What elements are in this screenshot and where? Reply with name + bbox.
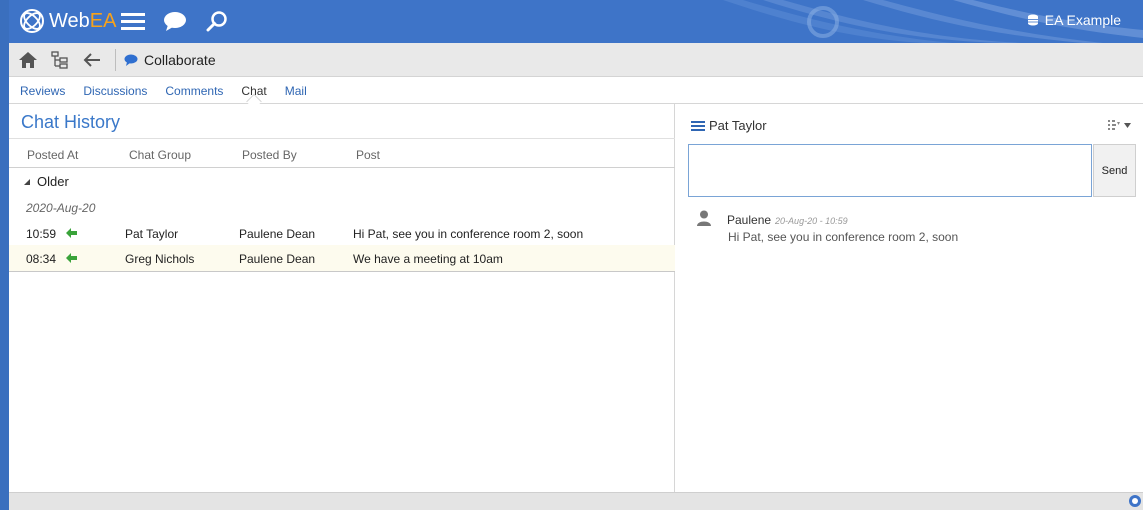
chat-message-input[interactable] [688, 144, 1092, 197]
message-meta: Paulene 20-Aug-20 - 10:59 [727, 213, 848, 227]
incoming-arrow-icon [66, 228, 77, 238]
send-button[interactable]: Send [1093, 144, 1136, 197]
column-posted-by[interactable]: Posted By [242, 148, 297, 162]
cell-posted-by: Paulene Dean [239, 252, 316, 266]
repository-name: EA Example [1044, 12, 1121, 28]
breadcrumb[interactable]: Collaborate [124, 52, 216, 68]
group-toggle-older[interactable]: Older [23, 174, 69, 189]
top-bar: Web EA EA Example [9, 0, 1143, 43]
webea-window: Web EA EA Example Collaborate Reviews Di… [0, 0, 1143, 510]
date-header: 2020-Aug-20 [26, 201, 96, 215]
chat-options-dropdown[interactable] [1108, 119, 1131, 131]
collaborate-tabs: Reviews Discussions Comments Chat Mail [9, 78, 1143, 104]
search-icon[interactable] [203, 8, 231, 34]
incoming-arrow-icon [66, 253, 77, 263]
cell-chat-group: Greg Nichols [125, 252, 195, 266]
cell-time: 08:34 [26, 252, 57, 266]
chat-recipient-name: Pat Taylor [709, 118, 767, 133]
menu-lines-icon [691, 120, 705, 131]
list-options-icon [1108, 120, 1120, 130]
message-text: Hi Pat, see you in conference room 2, so… [728, 230, 959, 244]
tab-reviews[interactable]: Reviews [20, 84, 65, 98]
chat-bubble-icon[interactable] [161, 8, 189, 34]
user-avatar-icon [697, 210, 711, 226]
toolbar-separator [115, 48, 116, 71]
repository-selector[interactable]: EA Example [1027, 12, 1121, 28]
brand-ea-text: EA [89, 9, 117, 32]
home-icon[interactable] [15, 47, 41, 73]
message-author: Paulene [727, 213, 772, 227]
chat-panel: Pat Taylor Send Paulene 20-Aug-20 - 10:59… [676, 104, 1143, 492]
window-edge [0, 0, 9, 510]
list-divider [9, 271, 675, 272]
message-timestamp: 20-Aug-20 - 10:59 [775, 216, 848, 226]
navigation-toolbar: Collaborate [9, 43, 1143, 77]
back-arrow-icon[interactable] [79, 47, 105, 73]
tab-discussions[interactable]: Discussions [83, 84, 147, 98]
cell-post: We have a meeting at 10am [353, 252, 503, 266]
collaborate-icon [124, 54, 138, 66]
column-post[interactable]: Post [356, 148, 380, 162]
cell-time: 10:59 [26, 227, 57, 241]
table-row[interactable]: 10:59 Pat Taylor Paulene Dean Hi Pat, se… [9, 220, 675, 246]
browser-tree-icon[interactable] [47, 47, 73, 73]
tab-comments[interactable]: Comments [165, 84, 223, 98]
chat-recipient-header[interactable]: Pat Taylor [691, 118, 767, 133]
brand-web-text: Web [49, 9, 90, 32]
tab-mail[interactable]: Mail [285, 84, 307, 98]
chevron-down-icon [1124, 122, 1131, 128]
hamburger-menu-icon[interactable] [119, 8, 147, 34]
cell-chat-group: Pat Taylor [125, 227, 179, 241]
database-icon [1027, 14, 1038, 26]
status-info-icon[interactable] [1129, 495, 1141, 507]
group-label: Older [37, 174, 69, 189]
chat-history-panel: Chat History Posted At Chat Group Posted… [9, 104, 675, 492]
webea-logo[interactable]: Web EA [19, 8, 116, 34]
table-header: Posted At Chat Group Posted By Post [9, 138, 675, 168]
status-bar [9, 492, 1143, 510]
panel-title: Chat History [21, 112, 121, 132]
column-posted-at[interactable]: Posted At [27, 148, 78, 162]
cell-posted-by: Paulene Dean [239, 227, 316, 241]
top-icon-group [119, 8, 231, 34]
breadcrumb-label: Collaborate [144, 51, 216, 68]
webea-logo-icon [20, 9, 44, 33]
collapse-triangle-icon [24, 178, 30, 185]
column-chat-group[interactable]: Chat Group [129, 148, 191, 162]
tab-chat[interactable]: Chat [241, 84, 266, 98]
table-row[interactable]: 08:34 Greg Nichols Paulene Dean We have … [9, 245, 675, 271]
cell-post: Hi Pat, see you in conference room 2, so… [353, 227, 584, 241]
